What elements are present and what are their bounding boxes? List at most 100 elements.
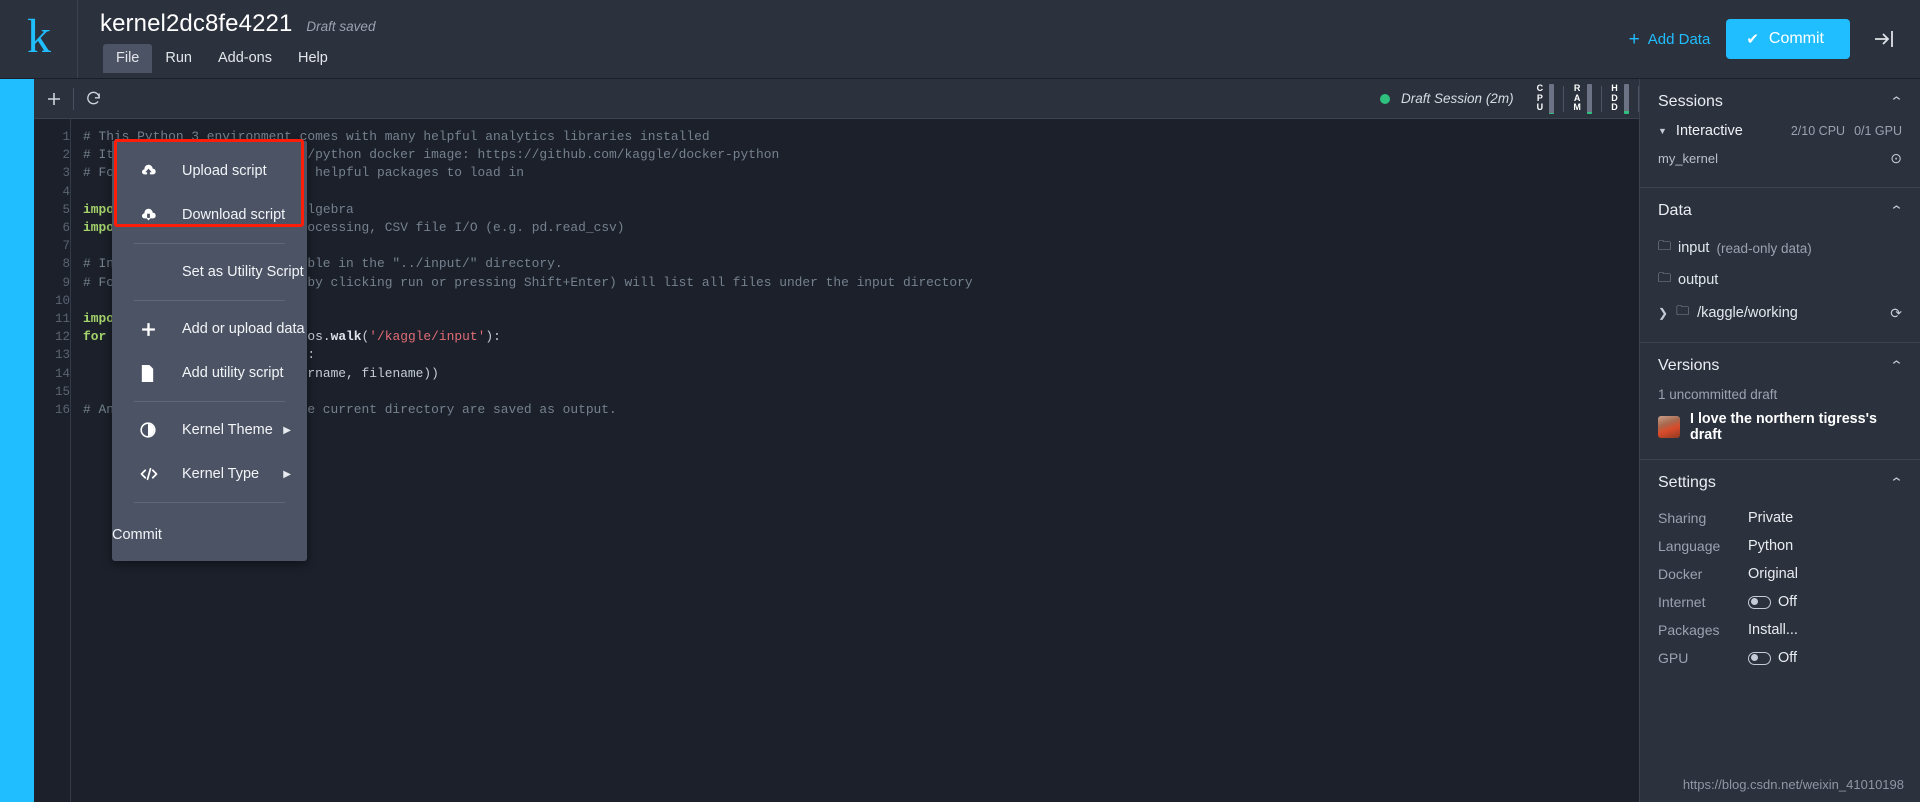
file-menu-item-add-utility-script[interactable]: Add utility script bbox=[112, 351, 307, 395]
kaggle-logo[interactable]: k bbox=[0, 0, 78, 78]
avatar bbox=[1658, 416, 1680, 438]
setting-value[interactable]: Install... bbox=[1748, 622, 1798, 638]
line-number: 13 bbox=[54, 348, 70, 363]
code-line[interactable]: # For example, here's several helpful pa… bbox=[83, 164, 1639, 182]
setting-key: Internet bbox=[1658, 594, 1706, 610]
session-interactive-row[interactable]: ▼ Interactive 2/10 CPU 0/1 GPU bbox=[1658, 123, 1902, 150]
code-token: walk bbox=[330, 329, 362, 345]
file-menu-dropdown[interactable]: Upload script Download script Set as Utili… bbox=[112, 141, 307, 561]
code-icon bbox=[140, 467, 182, 481]
commit-button[interactable]: ✔ Commit bbox=[1726, 19, 1850, 59]
settings-title: Settings bbox=[1658, 474, 1716, 491]
code-line[interactable]: # This Python 3 environment comes with m… bbox=[83, 128, 1639, 146]
file-menu-item-set-as-utility-script[interactable]: Set as Utility Script bbox=[112, 250, 307, 294]
code-line[interactable] bbox=[83, 237, 1639, 255]
file-icon bbox=[140, 364, 182, 382]
setting-value[interactable]: Original bbox=[1748, 566, 1798, 582]
line-number: 11 bbox=[54, 312, 70, 327]
code-token: (dirname, filename)) bbox=[284, 365, 439, 381]
line-number: 14 bbox=[54, 366, 70, 381]
versions-section-header[interactable]: Versions ⌃ bbox=[1640, 343, 1920, 387]
line-number: 16 bbox=[54, 403, 70, 418]
menu-addons[interactable]: Add-ons bbox=[205, 44, 285, 73]
setting-row-sharing[interactable]: Sharing Private bbox=[1658, 504, 1902, 532]
file-menu-item-add-or-upload-data[interactable]: Add or upload data bbox=[112, 307, 307, 351]
collapse-panel-button[interactable] bbox=[1866, 27, 1902, 51]
sessions-title: Sessions bbox=[1658, 93, 1723, 110]
add-cell-button[interactable] bbox=[34, 79, 73, 119]
setting-value[interactable]: Python bbox=[1748, 538, 1793, 554]
toggle-switch-icon[interactable] bbox=[1748, 651, 1771, 665]
menu-help[interactable]: Help bbox=[285, 44, 341, 73]
code-line[interactable]: import numpy as np # linear algebra bbox=[83, 201, 1639, 219]
code-line[interactable] bbox=[83, 292, 1639, 310]
draft-status: Draft saved bbox=[306, 18, 376, 34]
refresh-icon[interactable]: ⟳ bbox=[1890, 305, 1902, 322]
code-token: ): bbox=[485, 329, 501, 345]
data-section-header[interactable]: Data ⌃ bbox=[1640, 188, 1920, 232]
toggle-switch-icon[interactable] bbox=[1748, 595, 1771, 609]
file-menu-item-upload-script[interactable]: Upload script bbox=[112, 149, 307, 193]
code-line[interactable]: for dirname, _, filenames in os.walk('/k… bbox=[83, 328, 1639, 346]
menu-bar: File Run Add-ons Help bbox=[103, 43, 1629, 73]
chevron-right-icon[interactable]: ❯ bbox=[1658, 306, 1668, 320]
folder-icon: 🗀 bbox=[1676, 303, 1690, 318]
setting-key: GPU bbox=[1658, 650, 1689, 666]
setting-value-label: Off bbox=[1778, 650, 1798, 666]
file-menu-item-commit[interactable]: Commit bbox=[112, 509, 307, 561]
chevron-up-icon: ⌃ bbox=[1889, 94, 1904, 109]
page-title[interactable]: kernel2dc8fe4221 bbox=[100, 10, 292, 38]
setting-value[interactable]: Off bbox=[1748, 650, 1797, 666]
menu-file[interactable]: File bbox=[103, 43, 153, 73]
code-line[interactable]: # It is defined by the kaggle/python doc… bbox=[83, 146, 1639, 164]
session-gpu-label: 0/1 GPU bbox=[1854, 124, 1902, 138]
setting-key: Docker bbox=[1658, 566, 1703, 582]
code-line[interactable]: print(os.path.join(dirname, filename)) bbox=[83, 365, 1639, 383]
code-line[interactable]: # Any results you write to the current d… bbox=[83, 401, 1639, 419]
setting-row-packages[interactable]: Packages Install... bbox=[1658, 616, 1902, 644]
sessions-section-header[interactable]: Sessions ⌃ bbox=[1640, 79, 1920, 123]
code-line[interactable]: # Input data files are available in the … bbox=[83, 255, 1639, 273]
setting-row-gpu[interactable]: GPU Off bbox=[1658, 644, 1902, 672]
top-bar: k kernel2dc8fe4221 Draft saved File Run … bbox=[0, 0, 1920, 79]
file-menu-item-kernel-theme[interactable]: Kernel Theme ▶ bbox=[112, 408, 307, 452]
data-output-row[interactable]: 🗀 output bbox=[1658, 264, 1902, 296]
setting-value[interactable]: Off bbox=[1748, 594, 1797, 610]
code-line[interactable]: import pandas as pd # data processing, C… bbox=[83, 219, 1639, 237]
menu-run[interactable]: Run bbox=[152, 44, 205, 73]
meter-ram-bar bbox=[1587, 83, 1593, 114]
setting-key: Packages bbox=[1658, 622, 1720, 638]
code-line[interactable] bbox=[83, 183, 1639, 201]
top-actions: + Add Data ✔ Commit bbox=[1629, 0, 1920, 78]
gear-icon[interactable]: ⊙ bbox=[1890, 150, 1902, 167]
line-number: 10 bbox=[54, 293, 70, 308]
setting-row-language[interactable]: Language Python bbox=[1658, 532, 1902, 560]
setting-key: Language bbox=[1658, 538, 1721, 554]
settings-section-header[interactable]: Settings ⌃ bbox=[1640, 460, 1920, 504]
file-menu-item-download-script[interactable]: Download script bbox=[112, 193, 307, 237]
setting-value-label: Private bbox=[1748, 510, 1794, 526]
file-menu-item-kernel-type[interactable]: Kernel Type ▶ bbox=[112, 452, 307, 496]
version-draft-row[interactable]: I love the northern tigress's draft bbox=[1658, 411, 1902, 443]
code-token: for bbox=[83, 329, 107, 345]
caret-down-icon: ▼ bbox=[1658, 126, 1667, 136]
setting-value[interactable]: Private bbox=[1748, 510, 1793, 526]
versions-section-body: 1 uncommitted draft I love the northern … bbox=[1640, 387, 1920, 459]
data-working-row[interactable]: ❯ 🗀 /kaggle/working ⟳ bbox=[1658, 296, 1902, 326]
code-token: '/kaggle/input' bbox=[369, 329, 486, 345]
data-input-note: (read-only data) bbox=[1716, 240, 1812, 256]
editor-toolbar: Draft Session (2m) CPU RAM HDD bbox=[34, 79, 1639, 119]
restart-session-button[interactable] bbox=[74, 79, 113, 119]
kernel-row[interactable]: my_kernel ⊙ bbox=[1658, 150, 1902, 171]
code-line[interactable]: import os bbox=[83, 310, 1639, 328]
setting-row-internet[interactable]: Internet Off bbox=[1658, 588, 1902, 616]
setting-row-docker[interactable]: Docker Original bbox=[1658, 560, 1902, 588]
data-input-row[interactable]: 🗀 input (read-only data) bbox=[1658, 232, 1902, 264]
code-line[interactable] bbox=[83, 383, 1639, 401]
versions-subtitle: 1 uncommitted draft bbox=[1658, 387, 1778, 402]
code-line[interactable]: for filename in filenames: bbox=[83, 346, 1639, 364]
session-label: Draft Session (2m) bbox=[1401, 91, 1514, 106]
code-line[interactable]: # For example, running this (by clicking… bbox=[83, 274, 1639, 292]
menu-divider bbox=[134, 401, 285, 402]
add-data-button[interactable]: + Add Data bbox=[1629, 30, 1711, 49]
